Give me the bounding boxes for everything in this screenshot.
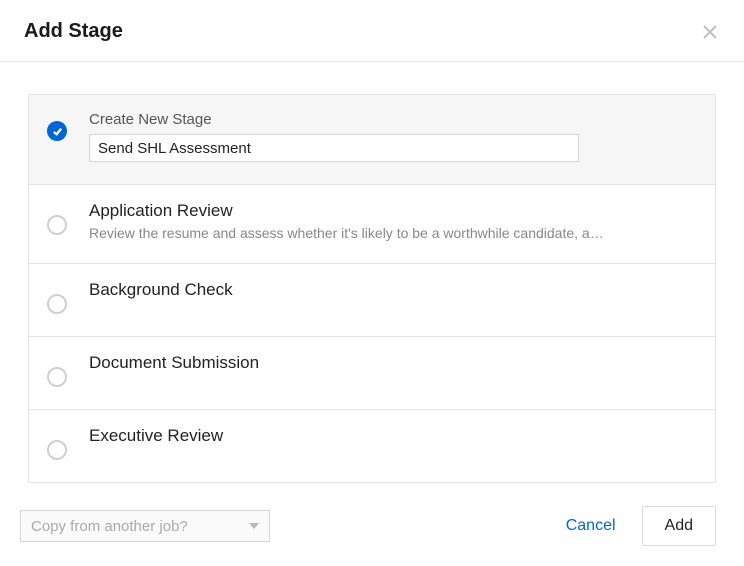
chevron-down-icon [249, 523, 259, 529]
option-title: Executive Review [89, 426, 697, 446]
option-content: Background Check [89, 280, 697, 304]
modal-header: Add Stage [0, 0, 744, 62]
option-background-check[interactable]: Background Check [29, 264, 715, 337]
option-content: Document Submission [89, 353, 697, 377]
radio-unselected[interactable] [47, 440, 67, 460]
copy-from-job-select[interactable]: Copy from another job? [20, 510, 270, 542]
footer-actions: Cancel Add [562, 506, 716, 546]
radio-unselected[interactable] [47, 367, 67, 387]
option-content: Create New Stage [89, 111, 697, 162]
option-content: Executive Review [89, 426, 697, 450]
radio-selected[interactable] [47, 121, 67, 141]
add-button[interactable]: Add [642, 506, 716, 546]
close-icon[interactable] [700, 22, 720, 42]
modal-title: Add Stage [24, 20, 123, 43]
option-document-submission[interactable]: Document Submission [29, 337, 715, 410]
copy-placeholder: Copy from another job? [31, 518, 188, 535]
modal-body: Create New Stage Application Review Revi… [0, 62, 744, 483]
option-content: Application Review Review the resume and… [89, 201, 697, 241]
radio-unselected[interactable] [47, 294, 67, 314]
option-title: Application Review [89, 201, 697, 221]
option-description: Review the resume and assess whether it'… [89, 225, 649, 241]
stage-options-list: Create New Stage Application Review Revi… [28, 94, 716, 483]
check-icon [52, 126, 63, 137]
new-stage-name-input[interactable] [89, 134, 579, 162]
modal-footer: Copy from another job? Cancel Add [0, 506, 744, 546]
radio-unselected[interactable] [47, 215, 67, 235]
option-application-review[interactable]: Application Review Review the resume and… [29, 185, 715, 264]
create-new-stage-label: Create New Stage [89, 111, 697, 128]
option-executive-review[interactable]: Executive Review [29, 410, 715, 482]
cancel-button[interactable]: Cancel [562, 511, 620, 541]
option-create-new-stage[interactable]: Create New Stage [29, 95, 715, 185]
option-title: Background Check [89, 280, 697, 300]
option-title: Document Submission [89, 353, 697, 373]
